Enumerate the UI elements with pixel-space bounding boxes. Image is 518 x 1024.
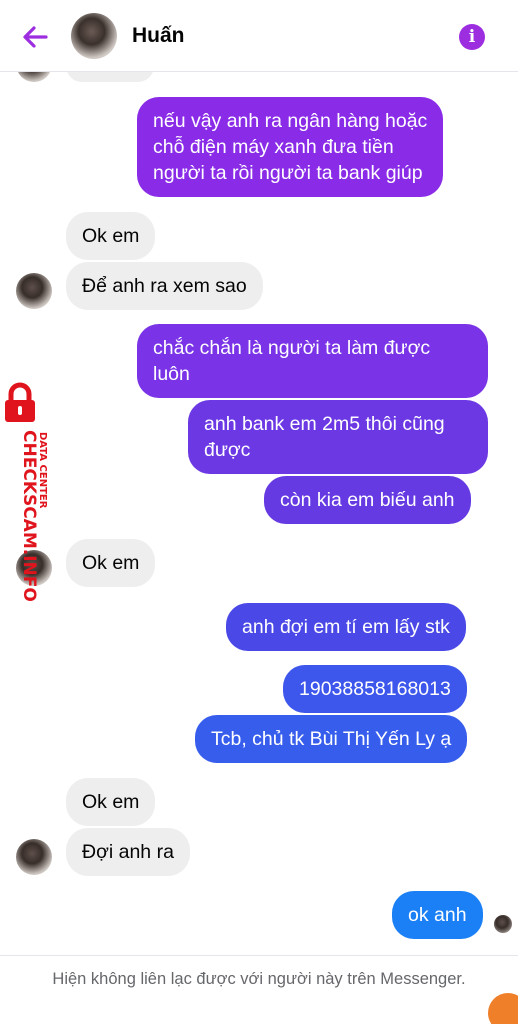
- message-bubble-outgoing[interactable]: 19038858168013: [283, 665, 467, 713]
- padlock-icon: [5, 382, 35, 422]
- message-text: còn kia em biếu anh: [280, 489, 455, 511]
- message-text: 19038858168013: [299, 678, 451, 700]
- contact-avatar-small: [16, 273, 52, 309]
- contact-name[interactable]: Huấn: [132, 24, 185, 48]
- message-text: luôn: [153, 363, 190, 385]
- message-bubble-outgoing[interactable]: còn kia em biếu anh: [264, 476, 471, 524]
- seen-receipt-avatar: [494, 915, 512, 933]
- message-text: ok anh: [408, 904, 467, 926]
- message-bubble-outgoing[interactable]: nếu vậy anh ra ngân hàng hoặc chỗ điện m…: [137, 97, 444, 197]
- message-text: nếu vậy anh ra ngân hàng hoặc: [153, 110, 428, 132]
- message-bubble-outgoing[interactable]: anh bank em 2m5 thôi cũng được: [188, 400, 488, 474]
- message-text: Đợi anh ra: [82, 841, 174, 863]
- message-text: chỗ điện máy xanh đưa tiền: [153, 136, 394, 158]
- message-text: anh bank em 2m5 thôi cũng: [204, 413, 445, 435]
- arrow-left-icon[interactable]: [18, 20, 52, 54]
- message-text: Để anh ra xem sao: [82, 275, 247, 297]
- watermark: CHECKSCAM.INFO DATA CENTER: [5, 382, 48, 602]
- message-bubble-incoming[interactable]: Ok em: [66, 539, 156, 587]
- message-bubble-incoming[interactable]: Để anh ra xem sao: [66, 262, 263, 310]
- message-text: Ok em: [82, 791, 140, 813]
- message-text: người ta rồi người ta bank giúp: [153, 162, 423, 184]
- message-bubble-outgoing[interactable]: anh đợi em tí em lấy stk: [226, 603, 466, 651]
- message-bubble-incoming[interactable]: Ok em: [66, 778, 156, 826]
- info-icon[interactable]: i: [459, 24, 485, 50]
- contact-avatar-small: [16, 550, 52, 586]
- message-text: Tcb, chủ tk Bùi Thị Yến Ly ạ: [211, 728, 452, 750]
- contact-avatar-small: [16, 839, 52, 875]
- message-text: Ok em: [82, 225, 140, 247]
- message-bubble-outgoing[interactable]: chắc chắn là người ta làm được luôn: [137, 324, 488, 398]
- message-bubble-incoming[interactable]: Đợi anh ra: [66, 828, 190, 876]
- message-text: Ok em: [82, 552, 140, 574]
- message-bubble-incoming[interactable]: Ok em: [66, 212, 156, 260]
- chat-header: Huấn i: [0, 0, 518, 72]
- footer-notice-bar: Hiện không liên lạc được với người này t…: [0, 955, 518, 1024]
- contact-avatar[interactable]: [71, 13, 117, 59]
- watermark-sub-text: DATA CENTER: [37, 432, 48, 509]
- message-text: anh đợi em tí em lấy stk: [242, 616, 450, 638]
- message-bubble-outgoing[interactable]: ok anh: [392, 891, 483, 939]
- message-bubble-outgoing[interactable]: Tcb, chủ tk Bùi Thị Yến Ly ạ: [195, 715, 468, 763]
- message-text: được: [204, 439, 251, 461]
- unreachable-notice: Hiện không liên lạc được với người này t…: [52, 970, 466, 988]
- message-text: chắc chắn là người ta làm được: [153, 337, 431, 359]
